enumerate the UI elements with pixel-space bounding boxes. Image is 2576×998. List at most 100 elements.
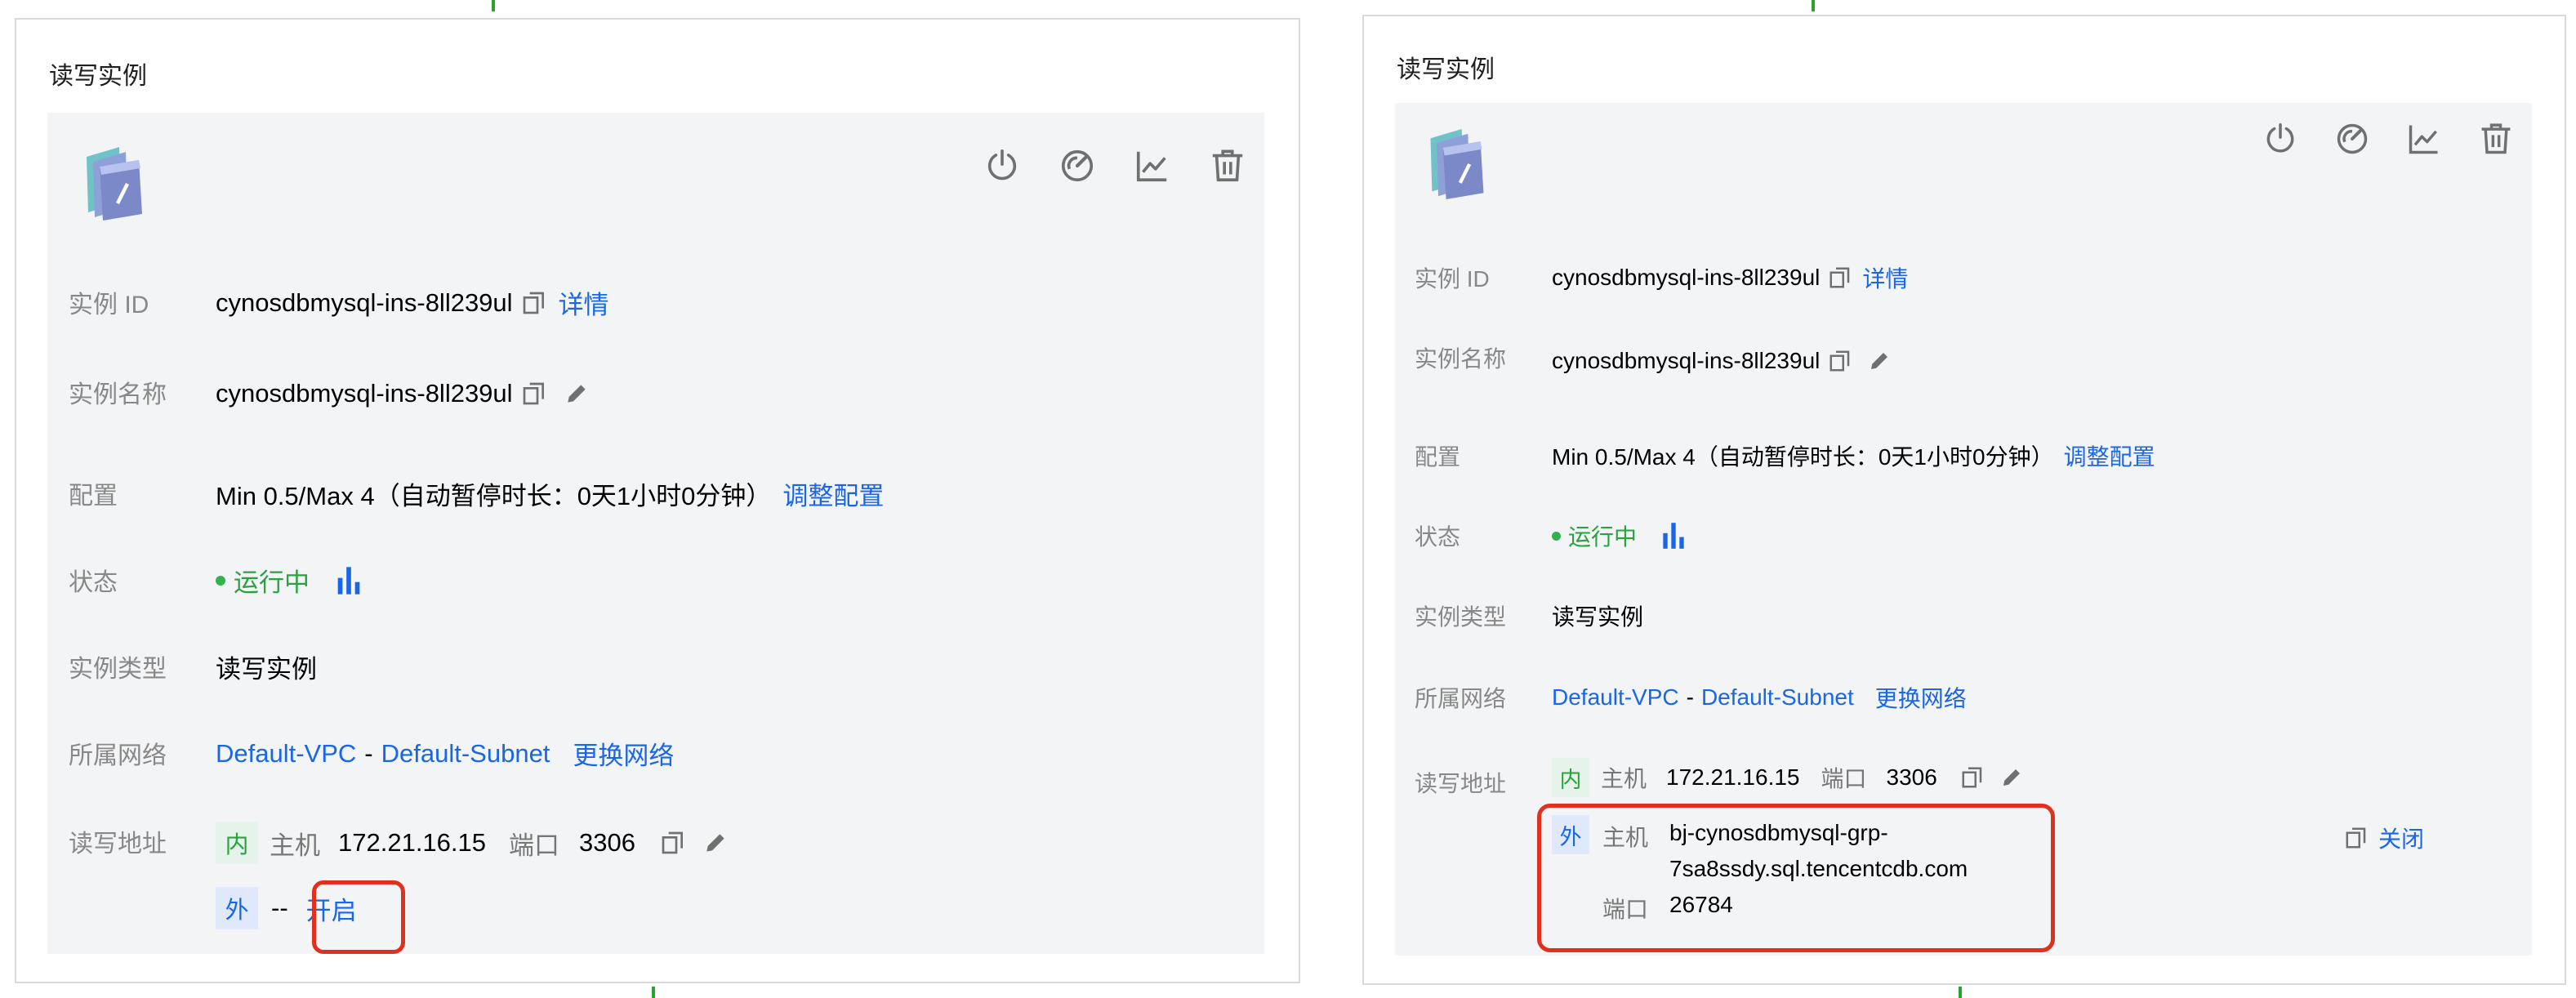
vpc-link[interactable]: Default-VPC	[216, 739, 356, 769]
panel-title: 读写实例	[49, 63, 147, 90]
card-toolbar	[2262, 121, 2514, 157]
instance-id-value: cynosdbmysql-ins-8ll239ul	[216, 287, 513, 317]
copy-icon[interactable]	[1828, 349, 1852, 373]
network-separator: -	[1686, 684, 1694, 710]
port-label: 端口	[1821, 766, 1867, 791]
config-label: 配置	[1415, 444, 1461, 470]
instance-name-row: cynosdbmysql-ins-8ll239ul	[216, 379, 590, 408]
instance-id-row: cynosdbmysql-ins-8ll239ul 详情	[1552, 261, 1908, 294]
gauge-icon[interactable]	[1058, 147, 1096, 185]
instance-id-label: 实例 ID	[69, 292, 149, 319]
status-dot	[1552, 531, 1561, 541]
guide-tick	[492, 0, 495, 11]
config-value: Min 0.5/Max 4（自动暂停时长：0天1小时0分钟）	[1552, 444, 2054, 470]
status-label: 状态	[1415, 524, 1461, 550]
copy-icon[interactable]	[660, 830, 686, 856]
instance-name-label: 实例名称	[69, 381, 167, 408]
instance-card: 实例 ID cynosdbmysql-ins-8ll239ul 详情 实例名称 …	[1395, 103, 2532, 956]
guide-tick	[652, 987, 655, 998]
guide-tick	[1812, 0, 1815, 11]
left-panel: 读写实例 实例 ID cynosdbmysql-ins-8ll239ul 详情 …	[15, 18, 1300, 983]
adjust-config-link[interactable]: 调整配置	[2064, 439, 2155, 472]
edit-icon[interactable]	[1867, 349, 1892, 373]
instance-id-row: cynosdbmysql-ins-8ll239ul 详情	[216, 284, 609, 321]
external-address-value: --	[271, 893, 288, 922]
bar-chart-icon[interactable]	[332, 564, 365, 597]
internal-tag: 内	[1552, 758, 1589, 797]
vpc-link[interactable]: Default-VPC	[1552, 684, 1679, 711]
copy-icon[interactable]	[1828, 265, 1852, 290]
config-label: 配置	[69, 483, 118, 510]
instance-name-row: cynosdbmysql-ins-8ll239ul	[1552, 348, 1892, 374]
network-label: 所属网络	[1415, 686, 1507, 711]
close-external-button[interactable]: 关闭	[2344, 822, 2424, 854]
panel-title: 读写实例	[1397, 56, 1495, 83]
edit-icon[interactable]	[702, 830, 729, 856]
instance-card: 实例 ID cynosdbmysql-ins-8ll239ul 详情 实例名称 …	[47, 113, 1264, 954]
monitor-chart-icon[interactable]	[1134, 147, 1171, 185]
status-row: 运行中	[1552, 519, 1689, 552]
instance-type-value: 读写实例	[1552, 604, 1644, 630]
edit-icon[interactable]	[564, 381, 590, 407]
instance-id-value: cynosdbmysql-ins-8ll239ul	[1552, 265, 1821, 290]
subnet-link[interactable]: Default-Subnet	[1701, 684, 1854, 711]
close-external-link[interactable]: 关闭	[2378, 822, 2424, 854]
edit-icon[interactable]	[1999, 765, 2024, 790]
instance-name-value: cynosdbmysql-ins-8ll239ul	[216, 379, 513, 408]
network-row: Default-VPC - Default-Subnet 更换网络	[1552, 681, 1967, 714]
instance-type-label: 实例类型	[1415, 604, 1507, 630]
config-row: Min 0.5/Max 4（自动暂停时长：0天1小时0分钟） 调整配置	[216, 475, 884, 512]
instance-type-value: 读写实例	[216, 655, 317, 684]
address-label: 读写地址	[69, 831, 167, 858]
monitor-chart-icon[interactable]	[2406, 121, 2442, 157]
guide-tick	[1959, 987, 1962, 998]
internal-tag: 内	[216, 822, 258, 864]
network-label: 所属网络	[69, 742, 167, 769]
config-row: Min 0.5/Max 4（自动暂停时长：0天1小时0分钟） 调整配置	[1552, 439, 2155, 472]
instance-id-label: 实例 ID	[1415, 266, 1490, 292]
delete-icon[interactable]	[1209, 147, 1246, 185]
copy-icon[interactable]	[521, 290, 547, 316]
status-value: 运行中	[1568, 524, 1638, 550]
status-dot	[216, 575, 225, 586]
internal-address-row: 内 主机 172.21.16.15 端口 3306	[1552, 758, 2024, 797]
instance-name-label: 实例名称	[1415, 346, 1507, 372]
instance-logo-icon	[1430, 128, 1484, 199]
highlight-box	[312, 880, 405, 954]
port-label: 端口	[509, 831, 560, 860]
change-network-link[interactable]: 更换网络	[1875, 681, 1967, 714]
adjust-config-link[interactable]: 调整配置	[782, 475, 884, 512]
copy-icon[interactable]	[1960, 765, 1985, 790]
change-network-link[interactable]: 更换网络	[573, 735, 674, 772]
network-separator: -	[364, 738, 373, 768]
config-value: Min 0.5/Max 4（自动暂停时长：0天1小时0分钟）	[216, 482, 772, 510]
instance-name-value: cynosdbmysql-ins-8ll239ul	[1552, 348, 1821, 373]
power-icon[interactable]	[2262, 121, 2298, 157]
host-label: 主机	[270, 831, 320, 860]
delete-icon[interactable]	[2478, 121, 2514, 157]
right-panel: 读写实例 实例 ID cynosdbmysql-ins-8ll239ul 详情 …	[1362, 15, 2566, 985]
instance-logo-icon	[87, 147, 142, 221]
subnet-link[interactable]: Default-Subnet	[381, 739, 550, 769]
status-label: 状态	[69, 569, 118, 596]
port-value: 3306	[579, 828, 635, 857]
instance-type-label: 实例类型	[69, 656, 167, 683]
copy-icon[interactable]	[521, 381, 547, 407]
copy-icon[interactable]	[2344, 826, 2369, 850]
host-value: 172.21.16.15	[1666, 764, 1800, 790]
network-row: Default-VPC - Default-Subnet 更换网络	[216, 735, 674, 772]
detail-link[interactable]: 详情	[559, 284, 609, 321]
address-label: 读写地址	[1415, 771, 1507, 796]
power-icon[interactable]	[983, 147, 1021, 185]
detail-link[interactable]: 详情	[1862, 261, 1908, 294]
host-label: 主机	[1601, 766, 1647, 791]
internal-address-row: 内 主机 172.21.16.15 端口 3306	[216, 822, 729, 864]
external-tag: 外	[216, 887, 258, 929]
port-value: 3306	[1886, 764, 1937, 790]
status-value: 运行中	[234, 568, 310, 597]
card-toolbar	[983, 147, 1246, 185]
highlight-box	[1537, 804, 2055, 952]
bar-chart-icon[interactable]	[1658, 520, 1689, 551]
gauge-icon[interactable]	[2334, 121, 2370, 157]
host-value: 172.21.16.15	[338, 828, 487, 857]
